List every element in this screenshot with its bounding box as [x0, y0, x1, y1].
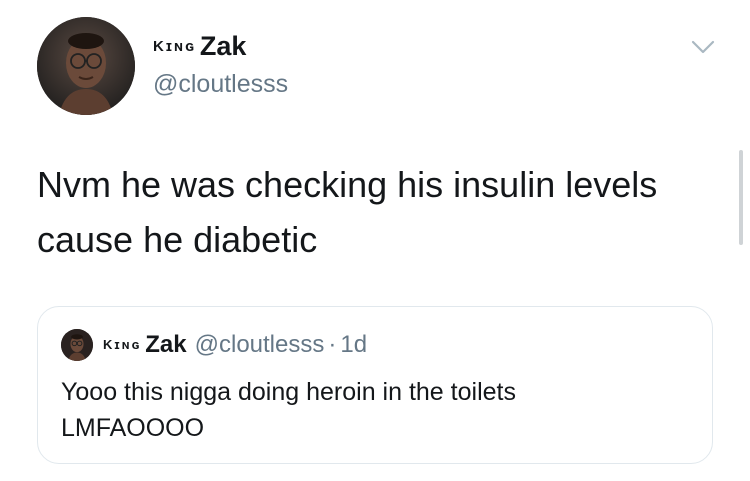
- author-info: Kɪɴɢ Zak @cloutlesss: [153, 30, 288, 101]
- quoted-author-display-name: Kɪɴɢ Zak: [103, 331, 187, 359]
- author-name-prefix: Kɪɴɢ: [153, 38, 196, 55]
- quoted-tweet-body: Yooo this nigga doing heroin in the toil…: [61, 374, 691, 446]
- quoted-tweet-header: Kɪɴɢ Zak @cloutlesss · 1d: [61, 329, 367, 361]
- quoted-tweet[interactable]: Kɪɴɢ Zak @cloutlesss · 1d Yooo this nigga…: [37, 306, 713, 464]
- quoted-author-name-prefix: Kɪɴɢ: [103, 337, 142, 352]
- author-display-name[interactable]: Kɪɴɢ Zak: [153, 30, 288, 63]
- quoted-separator: ·: [328, 331, 337, 358]
- chevron-down-icon[interactable]: [690, 38, 716, 56]
- scrollbar[interactable]: [739, 150, 743, 245]
- tweet-text-line: cause he diabetic: [37, 219, 318, 260]
- quoted-author-handle: @cloutlesss: [194, 331, 325, 358]
- quoted-text-line: LMFAOOOO: [61, 414, 205, 442]
- quoted-text-line: Yooo this nigga doing heroin in the toil…: [61, 378, 516, 406]
- tweet-card: Kɪɴɢ Zak @cloutlesss Nvm he was checking …: [0, 0, 750, 481]
- author-name-main: Zak: [199, 31, 247, 61]
- tweet-body: Nvm he was checking his insulin levels c…: [37, 157, 727, 267]
- tweet-text-line: Nvm he was checking his insulin levels: [37, 164, 658, 205]
- quoted-timestamp: 1d: [340, 331, 368, 358]
- quoted-author-avatar: [61, 329, 93, 361]
- author-handle[interactable]: @cloutlesss: [153, 67, 288, 101]
- quoted-author-name-main: Zak: [145, 331, 187, 358]
- author-avatar[interactable]: [37, 17, 135, 115]
